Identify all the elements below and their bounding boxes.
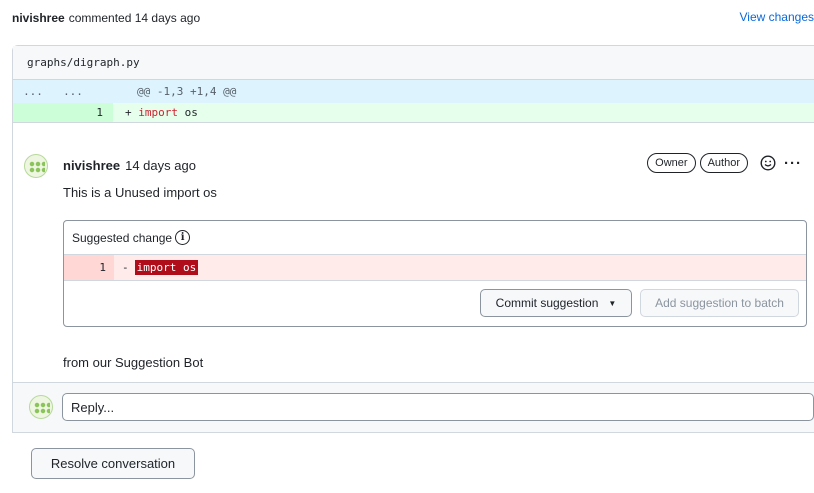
comment-badges: Owner Author ···: [647, 153, 802, 173]
header-meta: commented 14 days ago: [68, 11, 201, 25]
avatar[interactable]: [24, 154, 48, 178]
reply-avatar: [29, 395, 53, 419]
resolve-conversation-button[interactable]: Resolve conversation: [31, 448, 195, 479]
commit-suggestion-button[interactable]: Commit suggestion ▼: [480, 289, 632, 317]
chevron-down-icon: ▼: [608, 298, 617, 308]
file-path[interactable]: graphs/digraph.py: [13, 46, 814, 80]
reply-input[interactable]: Reply...: [62, 393, 814, 421]
suggested-change-box: Suggested change i 1 - import os Commit …: [63, 220, 807, 327]
review-comment: nivishree 14 days ago Owner Author ··· T…: [13, 146, 814, 382]
deleted-line: 1 - import os: [64, 255, 806, 281]
more-options-icon[interactable]: ···: [784, 155, 802, 172]
owner-badge: Owner: [647, 153, 696, 173]
added-line: 1 + import os: [13, 103, 814, 123]
comment-meta: nivishree 14 days ago: [63, 156, 196, 174]
added-keyword: import: [138, 106, 178, 119]
suggestion-actions: Commit suggestion ▼ Add suggestion to ba…: [64, 280, 806, 326]
hunk-header: @@ -1,3 +1,4 @@: [137, 85, 237, 98]
comment-body: This is a Unused import os: [63, 185, 217, 200]
comment-author[interactable]: nivishree: [63, 158, 120, 173]
comment-time[interactable]: 14 days ago: [125, 158, 196, 173]
add-reaction-icon[interactable]: [760, 155, 776, 171]
deleted-prefix: -: [122, 261, 129, 274]
hunk-expand-left[interactable]: ...: [13, 85, 53, 98]
added-line-code: + import os: [113, 106, 198, 119]
reply-area: Reply...: [13, 382, 814, 432]
review-thread: graphs/digraph.py ... ... @@ -1,3 +1,4 @…: [12, 45, 814, 433]
suggested-change-title: Suggested change i: [64, 221, 806, 255]
hunk-expand-right[interactable]: ...: [53, 85, 93, 98]
added-prefix: +: [125, 106, 139, 119]
view-changes-link[interactable]: View changes: [740, 10, 814, 24]
hunk-row: ... ... @@ -1,3 +1,4 @@: [13, 80, 814, 103]
added-rest: os: [178, 106, 198, 119]
comment-footer: from our Suggestion Bot: [63, 355, 204, 370]
info-icon[interactable]: i: [175, 230, 191, 245]
commit-suggestion-label: Commit suggestion: [495, 296, 599, 310]
add-to-batch-button[interactable]: Add suggestion to batch: [640, 289, 799, 317]
suggested-change-label: Suggested change: [72, 230, 173, 245]
deleted-code: import os: [134, 260, 199, 275]
deleted-line-number: 1: [64, 255, 114, 280]
header-author[interactable]: nivishree: [12, 11, 65, 25]
comment-header: nivishree commented 14 days ago View cha…: [12, 8, 814, 28]
author-badge: Author: [699, 153, 748, 173]
added-line-number[interactable]: 1: [13, 103, 113, 122]
